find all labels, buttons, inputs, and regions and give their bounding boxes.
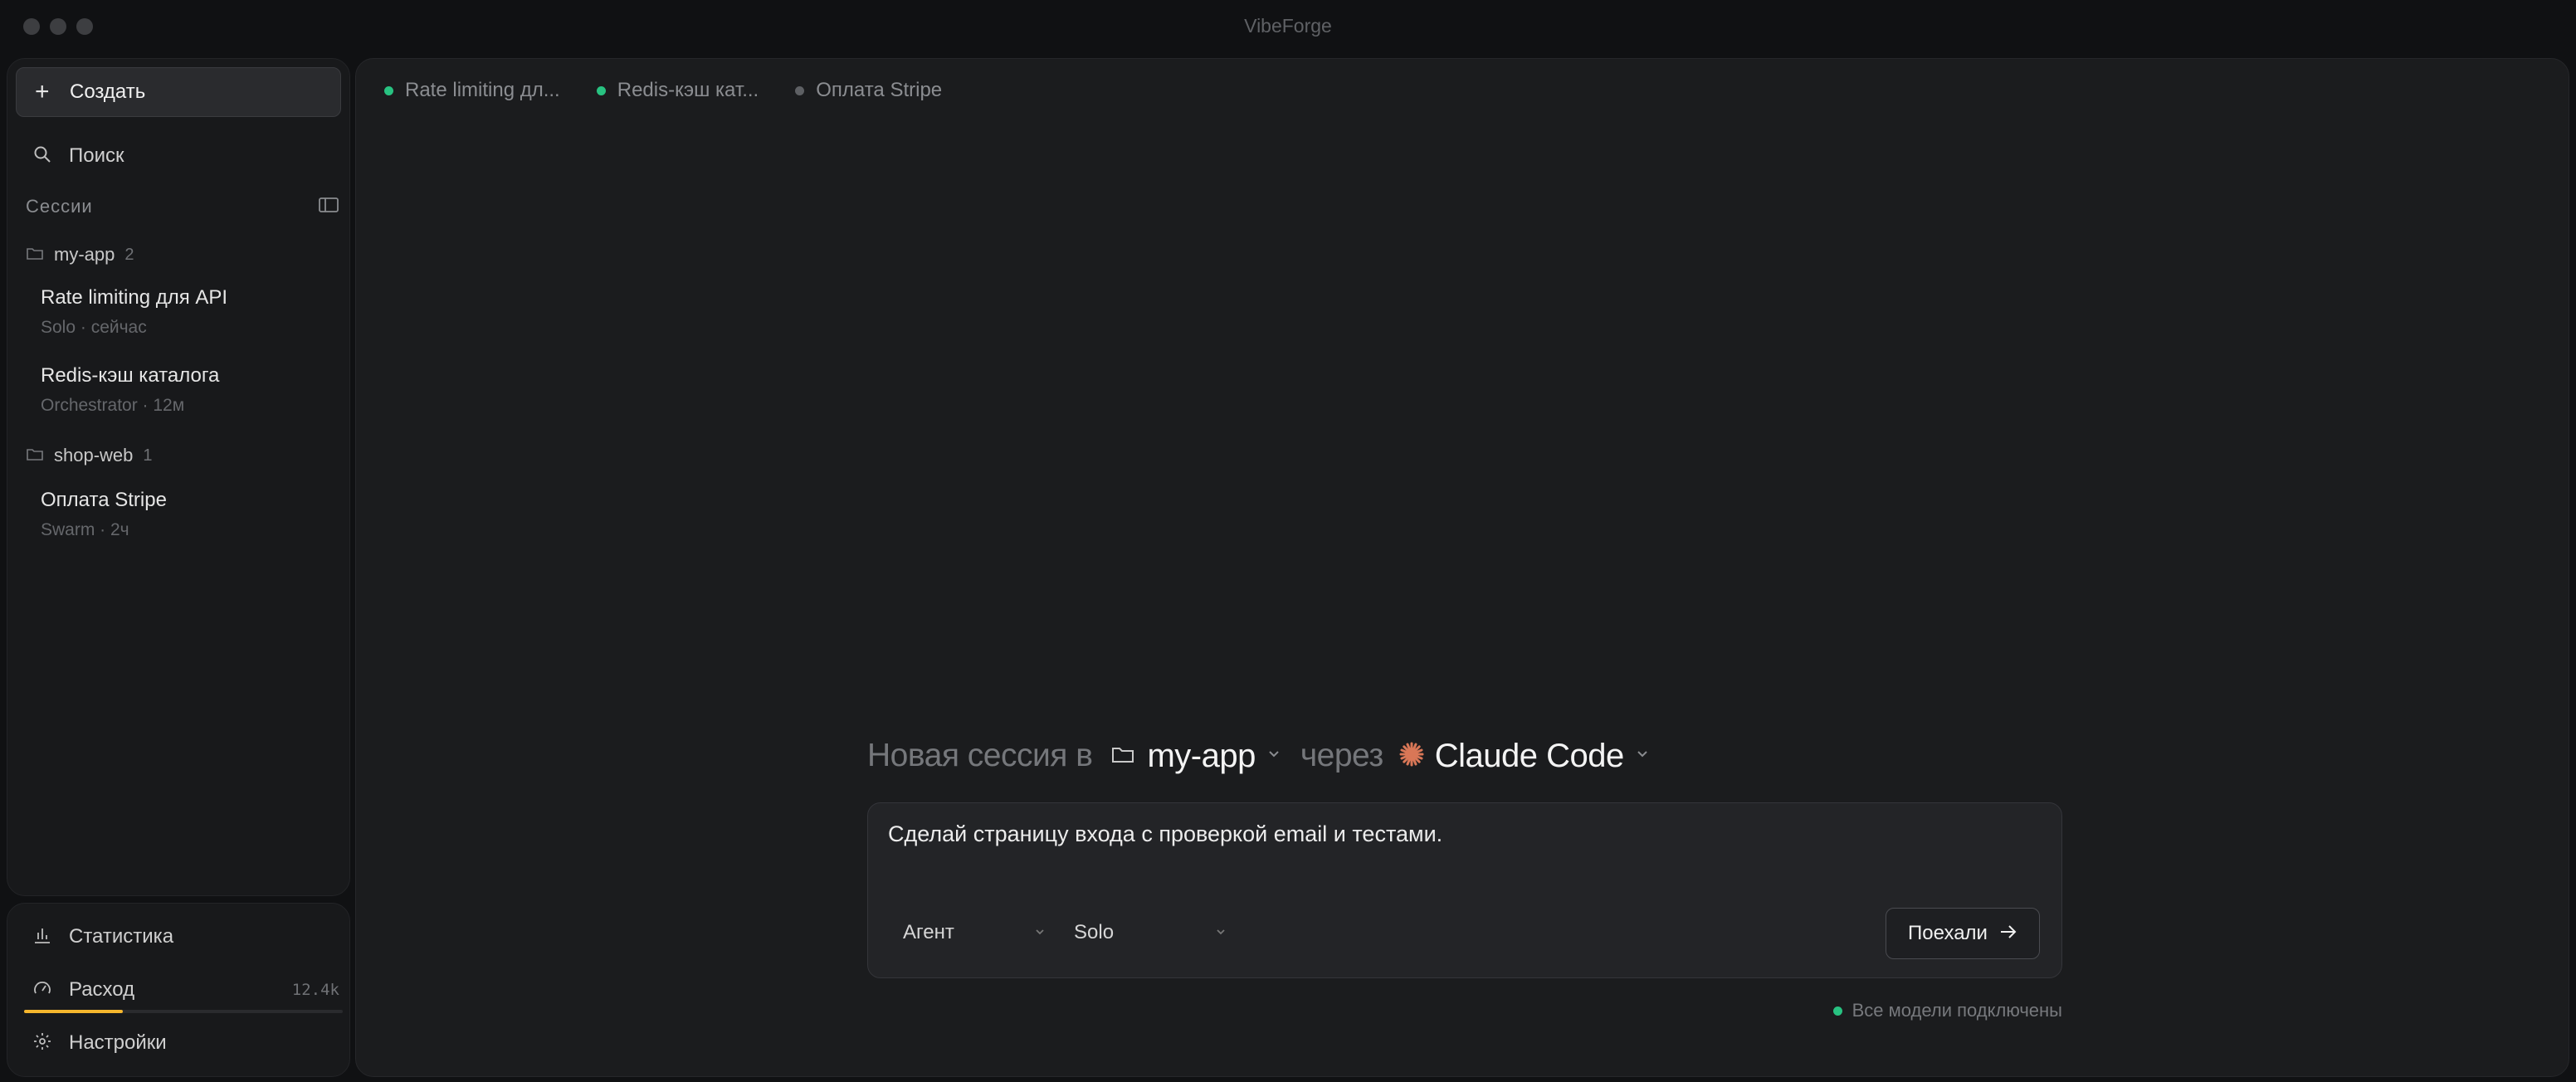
create-label: Создать <box>70 80 146 103</box>
session-subtitle: Swarm · 2ч <box>41 520 129 539</box>
chevron-down-icon <box>1267 748 1281 763</box>
tab-label: Rate limiting дл... <box>405 79 560 101</box>
sessions-label: Сессии <box>26 196 93 217</box>
prompt-composer: Агент Solo Поехали <box>867 802 2062 978</box>
sidebar-toggle-icon[interactable] <box>318 196 339 218</box>
agent-tool-name: Claude Code <box>1434 737 1625 774</box>
status-dot <box>1832 1006 1842 1016</box>
folder-icon <box>1110 743 1135 769</box>
main-panel: Rate limiting дл... Redis-кэш кат... Опл… <box>355 58 2569 1077</box>
session-tabs: Rate limiting дл... Redis-кэш кат... Опл… <box>384 79 942 102</box>
submit-button[interactable]: Поехали <box>1886 908 2040 959</box>
project-picker[interactable]: my-app <box>1110 738 1280 775</box>
usage-button[interactable]: Расход 12.4k <box>32 972 339 1008</box>
arrow-right-icon <box>1999 924 2017 944</box>
folder-icon <box>26 446 44 465</box>
tab-label: Redis-кэш кат... <box>617 79 759 101</box>
heading-via: через <box>1300 738 1383 773</box>
agent-tool-picker[interactable]: Claude Code <box>1398 738 1649 775</box>
agent-select-value: Агент <box>903 921 954 943</box>
gauge-icon <box>32 978 52 1002</box>
create-button[interactable]: + Создать <box>16 67 341 117</box>
project-group-my-app[interactable]: my-app 2 <box>26 238 134 271</box>
chevron-down-icon <box>1034 925 1046 940</box>
project-group-name: my-app <box>54 244 115 265</box>
session-item-rate-limiting[interactable]: Rate limiting для API Solo · сейчас <box>41 286 339 338</box>
project-group-count: 2 <box>124 245 134 264</box>
session-subtitle: Solo · сейчас <box>41 318 147 337</box>
submit-label: Поехали <box>1908 922 1988 944</box>
session-item-redis-cache[interactable]: Redis-кэш каталога Orchestrator · 12м <box>41 364 339 416</box>
tab-stripe[interactable]: Оплата Stripe <box>795 79 942 102</box>
settings-button[interactable]: Настройки <box>32 1025 339 1061</box>
heading-prefix: Новая сессия в <box>867 738 1093 773</box>
chevron-down-icon <box>1215 925 1227 940</box>
usage-progress-track <box>24 1010 343 1013</box>
search-icon <box>32 144 52 168</box>
tab-label: Оплата Stripe <box>816 79 943 101</box>
new-session-heading: Новая сессия в my-app через Claude Code <box>867 731 1649 781</box>
status-dot <box>795 85 805 95</box>
folder-icon <box>26 246 44 265</box>
project-group-name: shop-web <box>54 445 134 465</box>
stats-label: Статистика <box>69 925 174 948</box>
gear-icon <box>32 1031 52 1055</box>
window-title: VibeForge <box>1244 15 1332 37</box>
sidebar-footer: Статистика Расход 12.4k Настройки <box>7 903 350 1077</box>
usage-value: 12.4k <box>291 981 339 999</box>
session-title: Rate limiting для API <box>41 286 228 309</box>
session-item-stripe[interactable]: Оплата Stripe Swarm · 2ч <box>41 489 339 540</box>
project-group-shop-web[interactable]: shop-web 1 <box>26 439 153 472</box>
status-dot <box>596 85 606 95</box>
project-name: my-app <box>1147 737 1256 774</box>
stats-button[interactable]: Статистика <box>32 919 339 955</box>
status-text: Все модели подключены <box>1852 1000 2062 1021</box>
sessions-header: Сессии <box>26 190 339 223</box>
tab-rate-limiting[interactable]: Rate limiting дл... <box>384 79 560 102</box>
usage-label: Расход <box>69 978 135 1001</box>
mode-select[interactable]: Solo <box>1074 916 1227 949</box>
sidebar: + Создать Поиск Сессии my-app 2 Rate lim… <box>7 58 350 896</box>
tab-redis-cache[interactable]: Redis-кэш кат... <box>596 79 759 102</box>
agent-select[interactable]: Агент <box>903 916 1046 949</box>
plus-icon: + <box>35 78 50 105</box>
search-button[interactable]: Поиск <box>32 135 339 177</box>
session-title: Оплата Stripe <box>41 489 167 511</box>
chevron-down-icon <box>1636 748 1649 763</box>
session-subtitle: Orchestrator · 12м <box>41 396 185 415</box>
mode-select-value: Solo <box>1074 921 1115 943</box>
status-dot <box>384 85 393 95</box>
settings-label: Настройки <box>69 1031 167 1054</box>
prompt-input[interactable] <box>888 821 2033 847</box>
search-label: Поиск <box>69 144 124 167</box>
bar-chart-icon <box>32 925 52 949</box>
usage-progress-fill <box>24 1010 124 1013</box>
session-title: Redis-кэш каталога <box>41 364 220 387</box>
connection-status: Все модели подключены <box>1832 1000 2062 1021</box>
title-bar: VibeForge <box>0 0 2576 55</box>
project-group-count: 1 <box>143 446 153 465</box>
claude-logo-icon <box>1398 741 1425 772</box>
